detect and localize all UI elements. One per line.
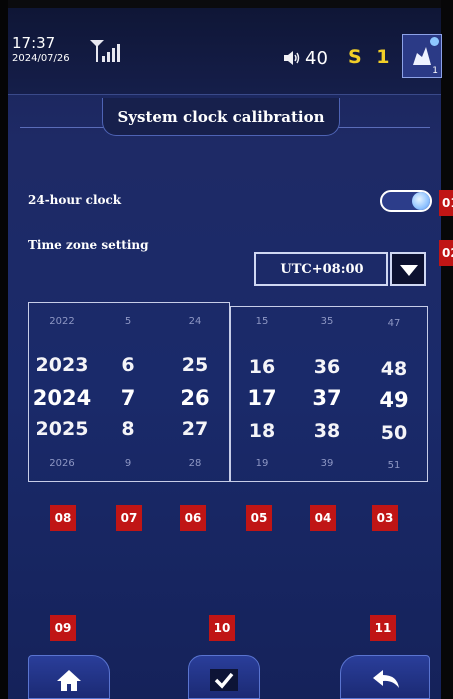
minute-option[interactable]: 36 xyxy=(297,356,357,378)
status-time: 17:37 xyxy=(12,34,56,52)
minute-option[interactable]: 39 xyxy=(297,458,357,469)
volume-level: 40 xyxy=(305,48,328,69)
day-option[interactable]: 27 xyxy=(165,418,225,440)
callout-03: 03 xyxy=(372,505,398,531)
hour-option[interactable]: 18 xyxy=(232,420,292,442)
back-button[interactable] xyxy=(340,655,430,699)
second-option[interactable]: 47 xyxy=(364,318,424,329)
day-option[interactable]: 25 xyxy=(165,354,225,376)
month-option[interactable]: 8 xyxy=(98,418,158,440)
back-arrow-icon xyxy=(373,670,399,688)
volume-icon xyxy=(284,51,300,65)
hour-option[interactable]: 16 xyxy=(232,356,292,378)
callout-10: 10 xyxy=(209,615,235,641)
second-option[interactable]: 51 xyxy=(364,460,424,471)
callout-09: 09 xyxy=(50,615,76,641)
year-option[interactable]: 2022 xyxy=(32,316,92,327)
confirm-button[interactable] xyxy=(188,655,260,699)
toggle-knob xyxy=(412,192,430,210)
time-zone-value: UTC+08:00 xyxy=(280,262,364,277)
time-zone-label: Time zone setting xyxy=(28,238,149,252)
year-option[interactable]: 2026 xyxy=(32,458,92,469)
minute-option[interactable]: 35 xyxy=(297,316,357,327)
month-selected[interactable]: 7 xyxy=(98,386,158,410)
time-zone-dropdown-button[interactable] xyxy=(390,252,426,286)
hour-option[interactable]: 15 xyxy=(232,316,292,327)
callout-05: 05 xyxy=(246,505,272,531)
minute-option[interactable]: 38 xyxy=(297,420,357,442)
callout-01: 01 xyxy=(439,190,453,216)
second-selected[interactable]: 49 xyxy=(364,388,424,412)
hour-option[interactable]: 19 xyxy=(232,458,292,469)
month-option[interactable]: 9 xyxy=(98,458,158,469)
clock-format-label: 24-hour clock xyxy=(28,193,122,207)
callout-04: 04 xyxy=(310,505,336,531)
year-option[interactable]: 2023 xyxy=(32,354,92,376)
callout-07: 07 xyxy=(116,505,142,531)
user-button[interactable]: 1 xyxy=(402,34,442,78)
signal-strength-icon xyxy=(90,40,120,62)
callout-08: 08 xyxy=(50,505,76,531)
year-option[interactable]: 2025 xyxy=(32,418,92,440)
clock-format-toggle[interactable] xyxy=(380,190,432,212)
page-title: System clock calibration xyxy=(117,108,325,126)
day-option[interactable]: 24 xyxy=(165,316,225,327)
callout-02: 02 xyxy=(439,240,453,266)
day-option[interactable]: 28 xyxy=(165,458,225,469)
device-frame-right xyxy=(441,0,453,699)
month-option[interactable]: 6 xyxy=(98,354,158,376)
day-selected[interactable]: 26 xyxy=(165,386,225,410)
station-indicator: S 1 xyxy=(348,46,394,68)
home-button[interactable] xyxy=(28,655,110,699)
status-date: 2024/07/26 xyxy=(12,53,70,64)
callout-11: 11 xyxy=(370,615,396,641)
second-option[interactable]: 48 xyxy=(364,358,424,380)
minute-selected[interactable]: 37 xyxy=(297,386,357,410)
year-selected[interactable]: 2024 xyxy=(32,386,92,410)
callout-06: 06 xyxy=(180,505,206,531)
user-number: 1 xyxy=(432,66,438,76)
check-icon xyxy=(210,669,238,691)
second-option[interactable]: 50 xyxy=(364,422,424,444)
hour-selected[interactable]: 17 xyxy=(232,386,292,410)
month-option[interactable]: 5 xyxy=(98,316,158,327)
home-icon xyxy=(57,670,81,691)
device-frame-left xyxy=(0,0,8,699)
